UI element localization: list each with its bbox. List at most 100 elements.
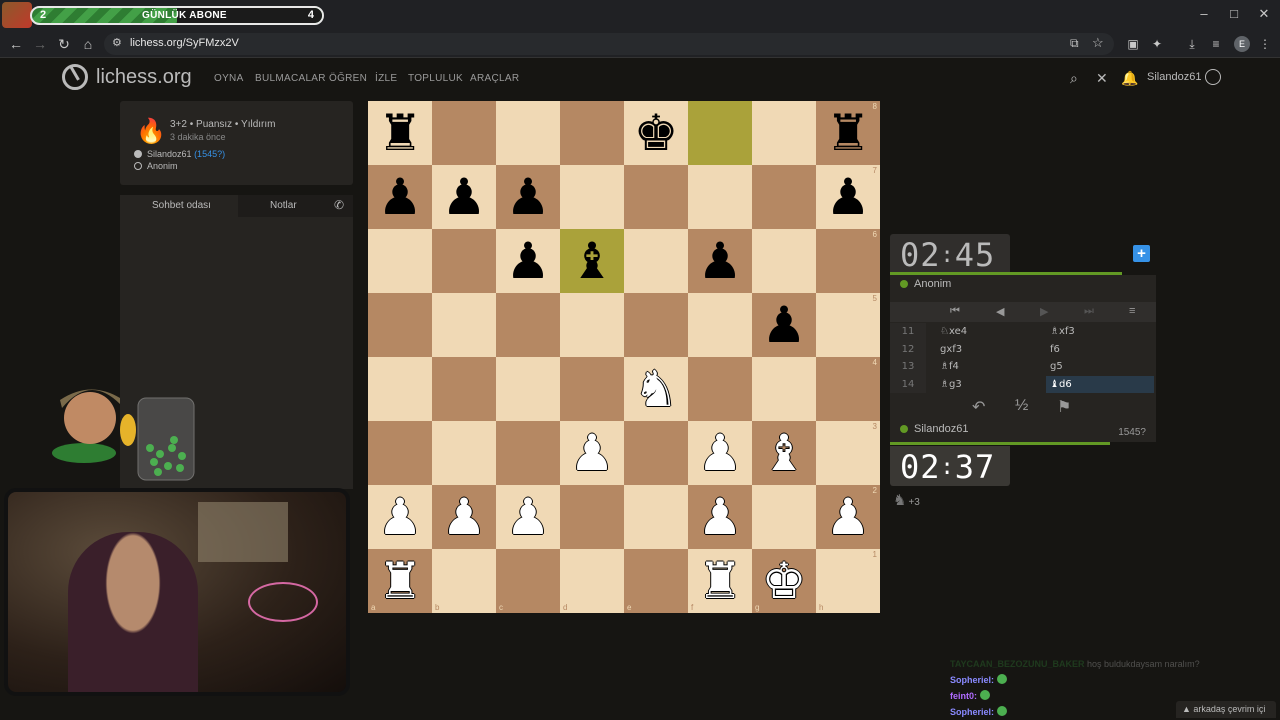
tab-search-icon[interactable]: ▣ [1124,35,1142,53]
square-g7[interactable] [752,165,816,229]
square-d1[interactable]: d [560,549,624,613]
square-h8[interactable]: ♜ 8 [816,101,880,165]
notification-bell-icon[interactable]: 🔔 [1121,70,1138,87]
black-rook-a8[interactable]: ♜ [378,108,423,158]
black-move[interactable]: ♗xf3 [1046,323,1154,340]
square-a7[interactable]: ♟ [368,165,432,229]
search-icon[interactable]: ⌕ [1070,70,1078,87]
square-e6[interactable] [624,229,688,293]
black-move[interactable]: g5 [1046,358,1154,375]
square-d5[interactable] [560,293,624,357]
square-a5[interactable] [368,293,432,357]
white-pawn-f3[interactable]: ♟ [698,428,743,478]
square-c5[interactable] [496,293,560,357]
black-pawn-c6[interactable]: ♟ [506,236,551,286]
tab-notes[interactable]: Notlar [270,200,297,211]
square-g5[interactable]: ♟ [752,293,816,357]
last-move-icon[interactable]: ⏭ [1084,305,1094,318]
white-player-name[interactable]: Silandoz61 [147,149,192,159]
white-pawn-f2[interactable]: ♟ [698,492,743,542]
square-g4[interactable] [752,357,816,421]
nav-community[interactable]: TOPLULUK [408,73,463,84]
black-pawn-g5[interactable]: ♟ [762,300,807,350]
back-arrow-icon[interactable]: ← [6,34,26,54]
white-pawn-b2[interactable]: ♟ [442,492,487,542]
square-f2[interactable]: ♟ [688,485,752,549]
first-move-icon[interactable]: ⏮ [950,305,960,318]
white-move[interactable]: gxf3 [940,341,962,359]
chess-board[interactable]: ♜ ♚ ♜ 8 ♟ ♟ ♟ ♟ 7 ♟ ♝ ♟ 6 ♟ 5 ♞ 4 ♟ ♟ ♝ 3 ♟ ♟ ♟ ♟ ♟ 2 ♜ a b c d e ♜ f ♚ g h 1 [368,101,880,613]
reload-icon[interactable]: ↻ [54,34,74,54]
square-b3[interactable] [432,421,496,485]
square-e8[interactable]: ♚ [624,101,688,165]
white-player-line[interactable]: Silandoz61 (1545?) [134,149,225,159]
square-a2[interactable]: ♟ [368,485,432,549]
square-d8[interactable] [560,101,624,165]
nav-tools[interactable]: ARAÇLAR [470,73,519,84]
square-f6[interactable]: ♟ [688,229,752,293]
square-h1[interactable]: h1 [816,549,880,613]
square-f3[interactable]: ♟ [688,421,752,485]
black-pawn-c7[interactable]: ♟ [506,172,551,222]
square-g8[interactable] [752,101,816,165]
friends-online-button[interactable]: ▲ arkadaş çevrim içi [1176,701,1276,718]
white-king-g1[interactable]: ♚ [762,556,807,606]
resign-flag-icon[interactable]: ⚑ [1057,397,1071,417]
black-bishop-d6[interactable]: ♝ [570,236,615,286]
square-h4[interactable]: 4 [816,357,880,421]
lichess-logo-icon[interactable] [62,64,88,90]
black-king-e8[interactable]: ♚ [634,108,679,158]
square-b5[interactable] [432,293,496,357]
white-move[interactable]: ♗f4 [940,358,959,376]
square-e7[interactable] [624,165,688,229]
square-b1[interactable]: b [432,549,496,613]
square-c7[interactable]: ♟ [496,165,560,229]
home-icon[interactable]: ⌂ [78,34,98,54]
square-a3[interactable] [368,421,432,485]
square-b7[interactable]: ♟ [432,165,496,229]
site-info-icon[interactable]: ⚙ [112,36,122,49]
white-move[interactable]: ♗g3 [940,376,962,394]
square-d4[interactable] [560,357,624,421]
nav-learn[interactable]: ÖĞREN [329,73,367,84]
square-c8[interactable] [496,101,560,165]
square-h2[interactable]: ♟ 2 [816,485,880,549]
square-e5[interactable] [624,293,688,357]
offer-draw-icon[interactable]: ½ [1015,397,1028,415]
white-pawn-d3[interactable]: ♟ [570,428,615,478]
square-g1[interactable]: ♚ g [752,549,816,613]
download-icon[interactable]: ⤓ [1183,35,1201,53]
white-rook-f1[interactable]: ♜ [698,556,743,606]
black-move[interactable]: ♝d6 [1046,375,1154,393]
install-app-icon[interactable]: ⧉ [1070,36,1079,51]
square-b2[interactable]: ♟ [432,485,496,549]
white-rook-a1[interactable]: ♜ [378,556,423,606]
square-d2[interactable] [560,485,624,549]
square-a8[interactable]: ♜ [368,101,432,165]
address-bar[interactable]: ⚙ lichess.org/SyFMzx2V ⧉ ☆ [104,33,1114,55]
prev-move-icon[interactable]: ◀ [996,305,1004,318]
black-pawn-a7[interactable]: ♟ [378,172,423,222]
square-g6[interactable] [752,229,816,293]
white-move[interactable]: ♘xe4 [940,323,967,341]
square-a6[interactable] [368,229,432,293]
takeback-icon[interactable]: ↶ [972,397,985,417]
square-h5[interactable]: 5 [816,293,880,357]
bookmark-star-icon[interactable]: ☆ [1092,35,1104,51]
close-window-button[interactable]: ✕ [1249,6,1279,22]
black-move[interactable]: f6 [1046,341,1154,358]
white-bishop-g3[interactable]: ♝ [762,428,807,478]
add-time-button[interactable]: + [1133,245,1150,262]
square-f7[interactable] [688,165,752,229]
move-menu-icon[interactable]: ≡ [1129,305,1135,317]
square-c6[interactable]: ♟ [496,229,560,293]
square-g3[interactable]: ♝ [752,421,816,485]
square-f8[interactable] [688,101,752,165]
maximize-button[interactable]: □ [1219,6,1249,21]
user-menu-name[interactable]: Silandoz61 [1147,71,1201,83]
square-b6[interactable] [432,229,496,293]
square-h6[interactable]: 6 [816,229,880,293]
white-knight-e4[interactable]: ♞ [634,364,679,414]
square-d6[interactable]: ♝ [560,229,624,293]
square-f1[interactable]: ♜ f [688,549,752,613]
